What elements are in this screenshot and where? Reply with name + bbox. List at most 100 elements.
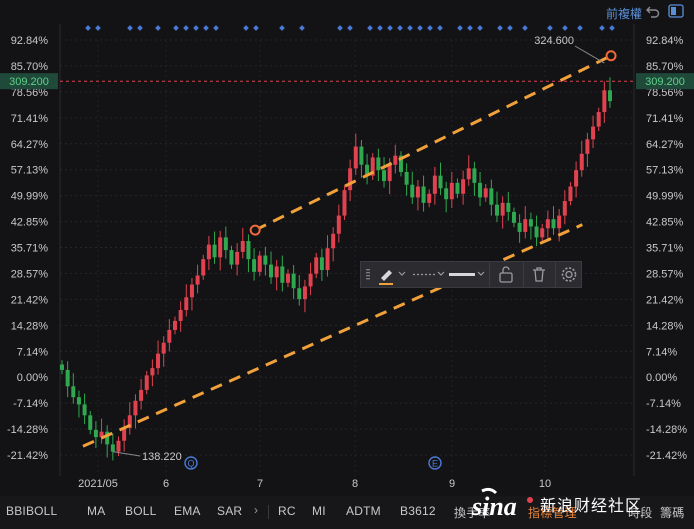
candle[interactable] [574, 170, 579, 187]
trend-channel[interactable] [82, 50, 617, 448]
candle[interactable] [608, 90, 612, 102]
candle[interactable] [348, 168, 353, 191]
candle[interactable] [562, 201, 567, 216]
candle[interactable] [269, 264, 274, 278]
candle[interactable] [568, 186, 573, 202]
candle[interactable] [359, 146, 364, 165]
lock-icon[interactable] [491, 262, 521, 287]
candle[interactable] [263, 255, 268, 265]
candle[interactable] [585, 139, 590, 154]
candle[interactable] [325, 248, 330, 271]
drawing-toolbar[interactable] [360, 261, 582, 288]
candle[interactable] [218, 237, 223, 258]
candle[interactable] [150, 368, 155, 376]
candle[interactable] [421, 186, 426, 203]
candle[interactable] [223, 237, 228, 251]
candle[interactable] [331, 233, 336, 249]
candle[interactable] [455, 182, 460, 194]
indicator-ema[interactable]: EMA [174, 504, 201, 518]
candle[interactable] [495, 204, 500, 216]
indicator-rc[interactable]: RC [278, 504, 296, 518]
candle[interactable] [449, 182, 454, 200]
candle[interactable] [285, 273, 290, 283]
candle[interactable] [201, 259, 206, 276]
adjust-mode-label[interactable]: 前複權 [606, 5, 642, 22]
candle[interactable] [314, 257, 319, 274]
candle[interactable] [252, 259, 257, 272]
candle[interactable] [297, 288, 302, 300]
indicator-boll[interactable]: BOLL [125, 504, 157, 518]
candle[interactable] [540, 228, 545, 238]
price-chart[interactable]: 92.84%85.70%78.56%71.41%64.27%57.13%49.9… [0, 0, 694, 496]
candle[interactable] [178, 310, 183, 321]
candle[interactable] [235, 251, 240, 265]
candle[interactable] [472, 168, 477, 183]
candle[interactable] [483, 188, 488, 198]
candle[interactable] [404, 171, 409, 185]
candle[interactable] [240, 240, 245, 252]
candle[interactable] [511, 211, 516, 223]
candle[interactable] [93, 429, 98, 438]
layout-toggle-icon[interactable] [668, 4, 684, 18]
candle[interactable] [116, 440, 121, 452]
candle[interactable] [82, 404, 87, 416]
candle[interactable] [189, 284, 194, 298]
candle[interactable] [139, 389, 144, 401]
candle[interactable] [342, 190, 347, 216]
candle[interactable] [184, 297, 189, 311]
undo-icon[interactable] [646, 4, 660, 18]
indicator-b3612[interactable]: B3612 [400, 504, 436, 518]
candle[interactable] [596, 112, 601, 127]
candle[interactable] [579, 153, 584, 171]
candle[interactable] [427, 193, 432, 203]
candle[interactable] [133, 400, 138, 416]
pen-icon[interactable] [375, 262, 409, 287]
candle[interactable] [161, 342, 166, 354]
candle[interactable] [528, 219, 533, 227]
indicator-mi[interactable]: MI [312, 504, 326, 518]
candle[interactable] [410, 184, 415, 198]
candle[interactable] [302, 286, 307, 300]
candle[interactable] [110, 444, 115, 452]
candle[interactable] [280, 266, 285, 283]
channel-lower-line[interactable] [82, 223, 583, 448]
candle[interactable] [438, 175, 443, 189]
candle[interactable] [591, 126, 596, 140]
candle[interactable] [291, 273, 296, 289]
candle[interactable] [478, 182, 483, 198]
indicator-adtm[interactable]: ADTM [346, 504, 381, 518]
indicator-sar[interactable]: SAR [217, 504, 242, 518]
candle[interactable] [71, 386, 76, 398]
candle[interactable] [382, 170, 387, 182]
candle[interactable] [144, 375, 149, 390]
candle[interactable] [274, 266, 279, 278]
dotted-line-icon[interactable] [411, 262, 447, 287]
candle[interactable] [444, 188, 449, 200]
candle[interactable] [415, 186, 420, 198]
candle[interactable] [517, 222, 522, 232]
channel-anchor-handle[interactable] [605, 50, 617, 62]
candle[interactable] [506, 202, 511, 212]
candle[interactable] [156, 353, 161, 369]
candle[interactable] [432, 175, 437, 194]
candle[interactable] [336, 215, 341, 234]
drag-handle-icon[interactable] [363, 262, 373, 287]
channel-anchor-handle[interactable] [249, 224, 261, 236]
candle[interactable] [60, 364, 64, 370]
candle[interactable] [557, 215, 562, 229]
candle[interactable] [489, 188, 494, 205]
candle[interactable] [246, 240, 251, 260]
candle[interactable] [229, 250, 234, 265]
candle[interactable] [308, 273, 313, 287]
gear-icon[interactable] [557, 262, 581, 287]
candle[interactable] [76, 397, 81, 405]
channel-upper-line[interactable] [254, 54, 612, 232]
candle[interactable] [466, 168, 471, 180]
indicator-ma[interactable]: MA [87, 504, 105, 518]
candle[interactable] [65, 369, 70, 387]
candle[interactable] [88, 415, 93, 430]
candle[interactable] [167, 329, 172, 343]
candle[interactable] [257, 255, 262, 272]
candle[interactable] [500, 202, 505, 216]
candle[interactable] [393, 155, 398, 165]
